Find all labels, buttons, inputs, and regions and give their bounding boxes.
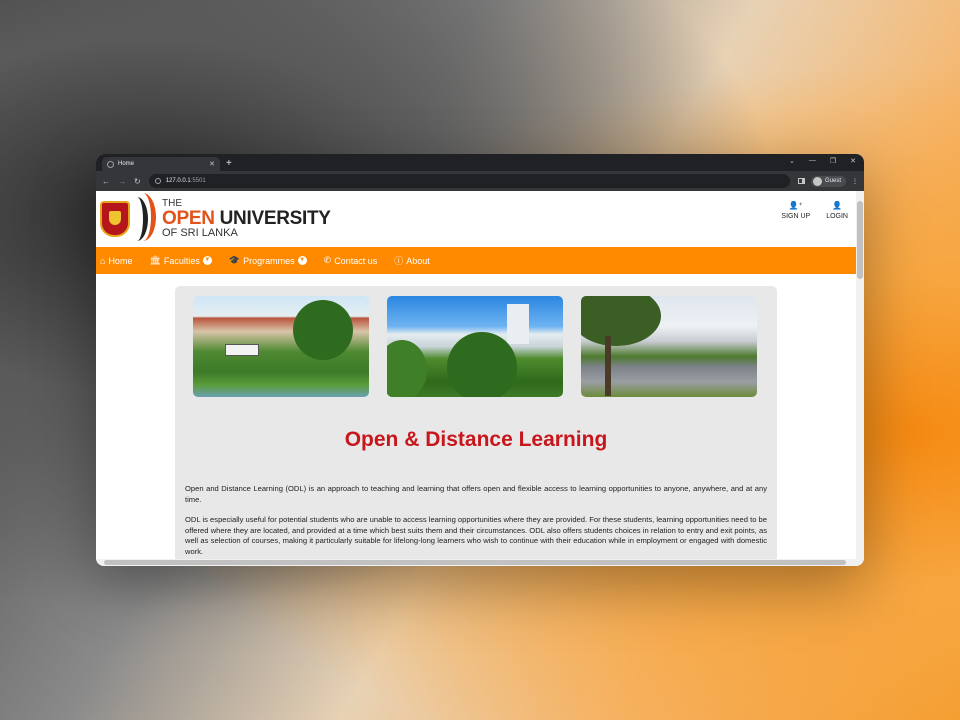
brand-wordmark[interactable]: THE OPEN UNIVERSITY OF SRI LANKA [162, 199, 331, 239]
vertical-scrollbar[interactable] [856, 191, 864, 559]
address-bar: ← → ↻ 127.0.0.1:5501 Guest ⋮ [96, 171, 864, 191]
url-port: :5501 [190, 178, 206, 184]
nav-item-about[interactable]: ⓘ About [394, 254, 430, 267]
nav-item-programmes[interactable]: 🎓 Programmes ▼ [229, 255, 307, 266]
tab-title: Home [118, 161, 135, 167]
page-viewport: THE OPEN UNIVERSITY OF SRI LANKA 👤⁺ SIGN… [96, 191, 856, 559]
avatar [812, 176, 822, 186]
nav-item-label: Contact us [334, 255, 378, 266]
nav-item-home[interactable]: ⌂ Home [100, 256, 132, 266]
horizontal-scrollbar[interactable] [96, 559, 864, 566]
site-header: THE OPEN UNIVERSITY OF SRI LANKA 👤⁺ SIGN… [96, 191, 856, 247]
reload-button[interactable]: ↻ [134, 177, 141, 186]
chevron-down-icon: ▼ [297, 256, 307, 265]
nav-item-label: Programmes [243, 255, 295, 266]
forward-button[interactable]: → [118, 177, 126, 186]
brand-open: OPEN [162, 208, 215, 229]
user-icon: 👤 [832, 201, 843, 210]
profile-button[interactable]: Guest [810, 175, 846, 187]
chevron-down-icon[interactable]: ⌄ [789, 157, 795, 165]
logo-swoosh-orange [130, 193, 156, 241]
brand-university: UNIVERSITY [214, 208, 331, 229]
intro-paragraph: Open and Distance Learning (ODL) is an a… [185, 484, 767, 504]
nav-item-label: Faculties [163, 255, 200, 266]
tab-home[interactable]: Home ✕ [102, 157, 220, 171]
site-info-icon[interactable] [154, 178, 161, 184]
side-panel-icon[interactable] [797, 178, 805, 184]
signup-label: SIGN UP [781, 213, 811, 220]
page-title: Open & Distance Learning [344, 428, 608, 451]
building-icon: 🏛 [149, 255, 161, 265]
main-nav: ⌂ Home 🏛 Faculties ▼ 🎓 Programmes ▼ ✆ Co… [96, 247, 856, 274]
user-plus-icon: 👤⁺ [788, 201, 803, 210]
minimize-button[interactable]: — [809, 157, 816, 165]
menu-icon[interactable]: ⋮ [852, 178, 858, 185]
tab-strip: Home ✕ + ⌄ — ❐ ✕ [96, 154, 864, 171]
signup-button[interactable]: 👤⁺ SIGN UP [781, 201, 810, 220]
restore-button[interactable]: ❐ [830, 157, 836, 165]
browser-window: Home ✕ + ⌄ — ❐ ✕ ← → ↻ 127.0.0.1:5501 Gu… [96, 154, 864, 566]
window-controls: ⌄ — ❐ ✕ [789, 157, 856, 165]
globe-icon [107, 160, 114, 168]
campus-photo-3 [581, 296, 757, 397]
account-links: 👤⁺ SIGN UP 👤 LOGIN [781, 201, 848, 220]
graduation-cap-icon: 🎓 [228, 255, 241, 265]
nav-item-label: Home [108, 255, 133, 266]
new-tab-button[interactable]: + [226, 158, 232, 170]
chevron-down-icon: ▼ [202, 256, 212, 265]
info-icon: ⓘ [394, 256, 404, 266]
close-window-button[interactable]: ✕ [850, 157, 856, 165]
url-host: 127.0.0.1 [165, 178, 191, 184]
tab-close-icon[interactable]: ✕ [209, 160, 215, 168]
phone-icon: ✆ [323, 255, 332, 265]
campus-photo-2 [387, 296, 563, 397]
campus-photo-1 [193, 296, 369, 397]
nav-item-contact[interactable]: ✆ Contact us [324, 255, 378, 266]
profile-label: Guest [824, 178, 841, 184]
login-label: LOGIN [826, 213, 848, 220]
odl-paragraph: ODL is especially useful for potential s… [185, 515, 767, 556]
login-button[interactable]: 👤 LOGIN [826, 201, 848, 220]
back-button[interactable]: ← [102, 177, 110, 186]
brand-sub: OF SRI LANKA [162, 227, 238, 239]
home-icon: ⌂ [100, 255, 106, 266]
url-input[interactable]: 127.0.0.1:5501 [148, 174, 790, 188]
nav-item-label: About [406, 255, 430, 266]
content-card: Open & Distance Learning Open and Distan… [175, 286, 777, 559]
nav-item-faculties[interactable]: 🏛 Faculties ▼ [149, 255, 212, 266]
